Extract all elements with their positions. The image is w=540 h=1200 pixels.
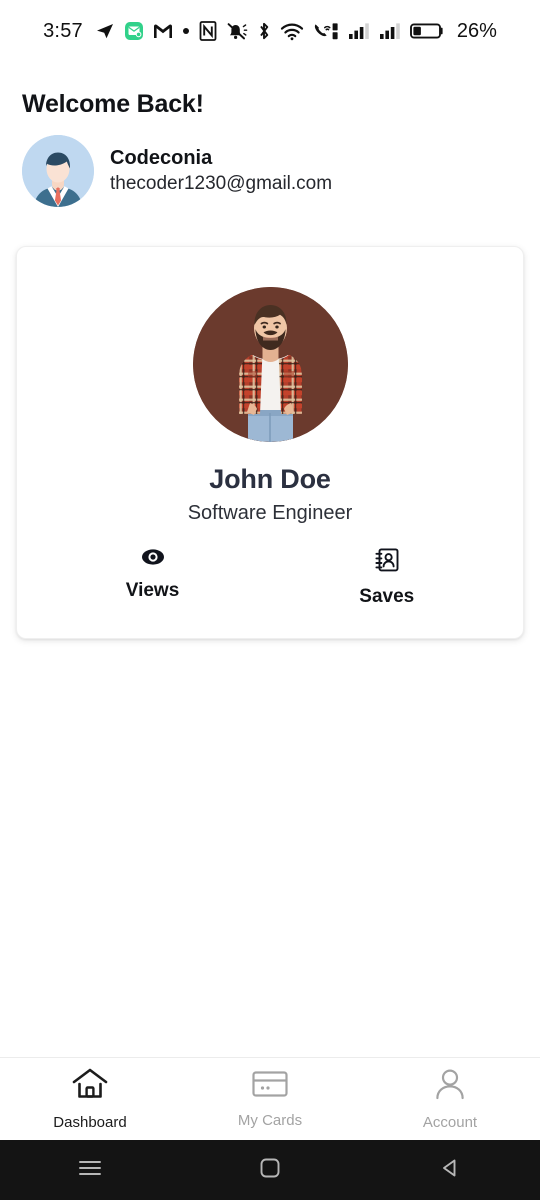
mute-bell-icon [226,21,248,41]
page-title: Welcome Back! [22,90,204,118]
status-bar-time: 3:57 [43,19,83,42]
eye-icon [140,547,166,572]
wifi-icon [280,21,304,41]
battery-percent-label: 26% [456,19,497,42]
rounded-square-icon [258,1156,282,1185]
nav-label-account: Account [422,1114,478,1131]
profile-card[interactable]: John Doe Software Engineer Views Saves [16,246,524,639]
nav-label-my-cards: My Cards [237,1112,303,1129]
account-email: thecoder1230@gmail.com [110,173,333,194]
mail-badge-icon [124,21,144,41]
call-wifi-icon [313,21,339,41]
nav-item-my-cards[interactable]: My Cards [180,1069,360,1129]
signal-bars-2-icon [379,22,401,40]
nav-item-dashboard[interactable]: Dashboard [0,1067,180,1131]
saves-label: Saves [359,586,415,607]
telegram-icon [95,21,115,41]
account-text: Codeconia thecoder1230@gmail.com [110,147,332,195]
status-bar: 3:57 26% [0,0,540,62]
views-stat[interactable]: Views [125,547,180,608]
account-name: Codeconia [110,147,213,169]
battery-icon [409,22,444,40]
back-button[interactable] [360,1156,540,1185]
signal-bars-1-icon [348,22,370,40]
views-label: Views [125,580,180,601]
profile-role: Software Engineer [187,502,353,524]
saves-stat[interactable]: Saves [359,547,414,608]
credit-card-icon [251,1069,289,1104]
triangle-left-icon [438,1156,462,1185]
address-book-icon [374,547,400,578]
dot-icon [182,27,190,35]
profile-name: John Doe [209,464,331,494]
profile-photo [192,287,348,442]
android-system-navigation [0,1140,540,1200]
account-summary[interactable]: Codeconia thecoder1230@gmail.com [22,135,540,207]
hamburger-icon [77,1157,103,1184]
profile-stats: Views Saves [17,547,523,608]
user-avatar [22,135,94,207]
person-icon [433,1067,467,1106]
bluetooth-icon [257,21,271,41]
recents-button[interactable] [0,1157,180,1184]
home-icon [71,1067,109,1106]
nav-label-dashboard: Dashboard [53,1114,127,1131]
gmail-icon [153,23,173,39]
bottom-navigation: Dashboard My Cards Account [0,1057,540,1140]
nfc-icon [199,21,217,41]
home-button[interactable] [180,1156,360,1185]
nav-item-account[interactable]: Account [360,1067,540,1131]
